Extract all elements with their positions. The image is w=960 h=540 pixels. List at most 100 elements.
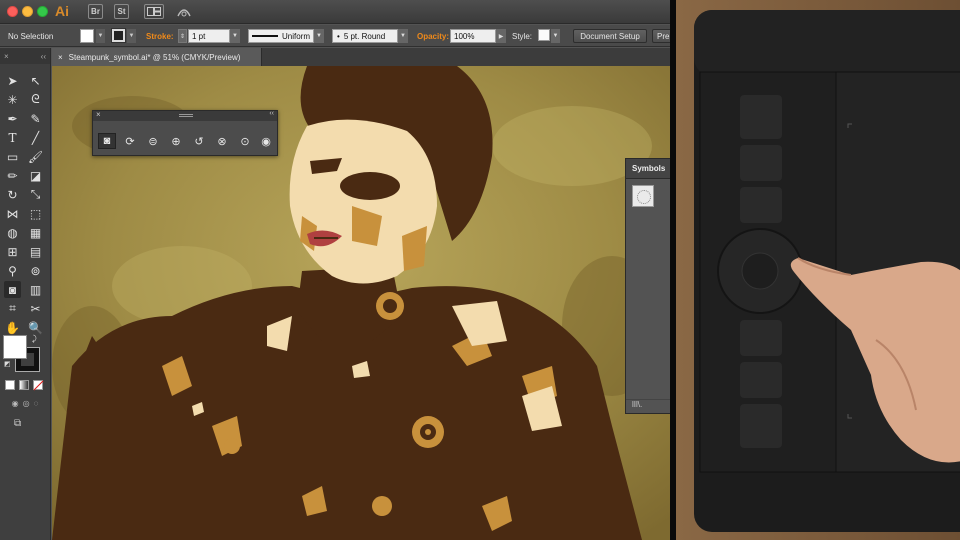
- preferences-button[interactable]: Pre: [652, 29, 670, 43]
- tools-collapse-icon[interactable]: ‹‹: [41, 52, 46, 61]
- pen-tool-icon[interactable]: ✒: [4, 110, 21, 127]
- opacity-chevron-icon[interactable]: ▶: [496, 29, 506, 43]
- stroke-dropdown-chevron-icon[interactable]: ▼: [127, 29, 136, 43]
- brush-chevron-icon[interactable]: ▼: [398, 29, 408, 43]
- mesh-tool-icon[interactable]: ⊞: [4, 243, 21, 260]
- tablet-photo: [676, 0, 960, 540]
- minimize-window-button[interactable]: [22, 6, 33, 17]
- close-window-button[interactable]: [7, 6, 18, 17]
- direct-selection-tool-icon[interactable]: ↖: [27, 72, 44, 89]
- none-mode-button[interactable]: [33, 380, 43, 390]
- draw-normal-icon[interactable]: ◉: [12, 399, 19, 411]
- brush-definition-select[interactable]: • 5 pt. Round: [332, 29, 398, 43]
- fill-color-box[interactable]: [3, 335, 27, 359]
- symbol-thumbnail[interactable]: [632, 185, 654, 207]
- symbol-stainer-icon[interactable]: ⊗: [213, 133, 231, 149]
- line-segment-tool-icon[interactable]: ╱: [27, 129, 44, 146]
- rectangle-tool-icon[interactable]: ▭: [4, 148, 21, 165]
- artboard-tool-icon[interactable]: ⌗: [4, 300, 21, 317]
- selection-status: No Selection: [8, 31, 54, 41]
- scale-tool-icon[interactable]: ⤡: [27, 186, 44, 203]
- paintbrush-tool-icon[interactable]: 🖌: [27, 148, 44, 165]
- draw-behind-icon[interactable]: ◎: [23, 399, 30, 411]
- default-fill-stroke-icon[interactable]: ◩: [4, 360, 11, 368]
- symbols-panel-footer[interactable]: lIl\.: [626, 399, 670, 413]
- graphic-style-swatch[interactable]: [538, 29, 550, 41]
- free-transform-tool-icon[interactable]: ⬚: [27, 205, 44, 222]
- app-logo: Ai: [55, 3, 69, 19]
- panel-grip-icon[interactable]: [179, 114, 193, 117]
- tablet-top-bezel: [694, 10, 960, 76]
- selection-tool-icon[interactable]: ➤: [4, 72, 21, 89]
- draw-inside-icon[interactable]: ◌: [34, 399, 39, 411]
- symbol-sprayer-tool-icon[interactable]: ◙: [4, 281, 21, 298]
- app-bar: Ai Br St: [0, 0, 670, 24]
- control-bar: No Selection ▼ ▼ Stroke: ⇕ 1 pt ▼ Unifor…: [0, 25, 670, 47]
- document-tab-bar: × Steampunk_symbol.ai* @ 51% (CMYK/Previ…: [52, 48, 670, 66]
- symbol-sprayer-icon[interactable]: ◙: [98, 133, 116, 149]
- adobe-stock-button[interactable]: St: [114, 4, 129, 19]
- eye-shadow-right: [340, 172, 400, 200]
- type-tool-icon[interactable]: T: [4, 129, 21, 146]
- curvature-tool-icon[interactable]: ✎: [27, 110, 44, 127]
- style-chevron-icon[interactable]: ▼: [551, 29, 560, 43]
- go-to-bridge-button[interactable]: Br: [88, 4, 103, 19]
- profile-label: Uniform: [282, 31, 311, 41]
- arrange-documents-icon[interactable]: [144, 4, 164, 19]
- gpu-performance-icon[interactable]: [176, 4, 192, 19]
- stroke-panel-link[interactable]: Stroke:: [146, 29, 174, 43]
- change-screen-mode-icon[interactable]: ⧉: [14, 418, 32, 430]
- profile-chevron-icon[interactable]: ▼: [314, 29, 324, 43]
- document-tab-close-icon[interactable]: ×: [58, 53, 63, 62]
- stroke-color-swatch[interactable]: [111, 28, 126, 43]
- stroke-weight-field[interactable]: 1 pt: [188, 29, 230, 43]
- symbol-sizer-icon[interactable]: ⊕: [167, 133, 185, 149]
- symbols-panel: Symbols lIl\.: [625, 158, 670, 414]
- touch-ring-center: [741, 252, 779, 290]
- color-mode-button[interactable]: [5, 380, 15, 390]
- fill-dropdown-chevron-icon[interactable]: ▼: [96, 29, 105, 43]
- eyedropper-tool-icon[interactable]: ⚲: [4, 262, 21, 279]
- symbol-scruncher-icon[interactable]: ⊜: [144, 133, 162, 149]
- slice-tool-icon[interactable]: ✂: [27, 300, 44, 317]
- fill-color-swatch[interactable]: [80, 29, 94, 43]
- gradient-mode-button[interactable]: [19, 380, 29, 390]
- document-tab[interactable]: × Steampunk_symbol.ai* @ 51% (CMYK/Previ…: [52, 48, 262, 66]
- symbolism-tools-panel: × ‹‹ ◙ ⟳ ⊜ ⊕ ↺ ⊗ ⊙ ◉: [92, 110, 278, 156]
- symbolism-panel-close-icon[interactable]: ×: [96, 110, 101, 119]
- shape-builder-tool-icon[interactable]: ◍: [4, 224, 21, 241]
- swap-fill-stroke-icon[interactable]: ⤸: [32, 334, 37, 344]
- opacity-field[interactable]: 100%: [450, 29, 496, 43]
- tools-panel-header: × ‹‹: [0, 48, 50, 64]
- column-graph-tool-icon[interactable]: ▥: [27, 281, 44, 298]
- tools-panel: × ‹‹ ➤ ↖ ✳ ᘓ ✒ ✎ T ╱ ▭ 🖌 ✏ ◪ ↻ ⤡ ⋈ ⬚ ◍ ▦…: [0, 48, 51, 540]
- symbol-shifter-icon[interactable]: ⟳: [121, 133, 139, 149]
- rotate-tool-icon[interactable]: ↻: [4, 186, 21, 203]
- blend-tool-icon[interactable]: ⊚: [27, 262, 44, 279]
- maximize-window-button[interactable]: [37, 6, 48, 17]
- symbol-spinner-icon[interactable]: ↺: [190, 133, 208, 149]
- gear-ornament: [412, 416, 444, 448]
- opacity-panel-link[interactable]: Opacity:: [417, 29, 449, 43]
- eraser-tool-icon[interactable]: ◪: [27, 167, 44, 184]
- stroke-weight-chevron-icon[interactable]: ▼: [230, 29, 240, 43]
- pencil-tool-icon[interactable]: ✏: [4, 167, 21, 184]
- symbol-styler-icon[interactable]: ◉: [257, 133, 275, 149]
- tools-close-icon[interactable]: ×: [4, 52, 9, 61]
- symbolism-panel-header[interactable]: × ‹‹: [93, 110, 277, 121]
- illustrator-window: Ai Br St No Selection ▼ ▼ Stroke: ⇕ 1 pt…: [0, 0, 670, 540]
- magic-wand-tool-icon[interactable]: ✳: [4, 91, 21, 108]
- stroke-weight-stepper[interactable]: ⇕: [178, 29, 187, 43]
- width-tool-icon[interactable]: ⋈: [4, 205, 21, 222]
- symbol-screener-icon[interactable]: ⊙: [236, 133, 254, 149]
- document-tab-title: Steampunk_symbol.ai* @ 51% (CMYK/Preview…: [68, 52, 241, 62]
- lasso-tool-icon[interactable]: ᘓ: [27, 91, 44, 108]
- symbols-panel-tab[interactable]: Symbols: [626, 159, 670, 179]
- variable-width-profile-select[interactable]: Uniform: [248, 29, 314, 43]
- gradient-tool-icon[interactable]: ▤: [27, 243, 44, 260]
- symbolism-panel-collapse-icon[interactable]: ‹‹: [269, 110, 274, 117]
- profile-line-icon: [252, 35, 278, 37]
- perspective-grid-tool-icon[interactable]: ▦: [27, 224, 44, 241]
- hand-tool-icon[interactable]: ✋: [4, 319, 21, 336]
- document-setup-button[interactable]: Document Setup: [573, 29, 647, 43]
